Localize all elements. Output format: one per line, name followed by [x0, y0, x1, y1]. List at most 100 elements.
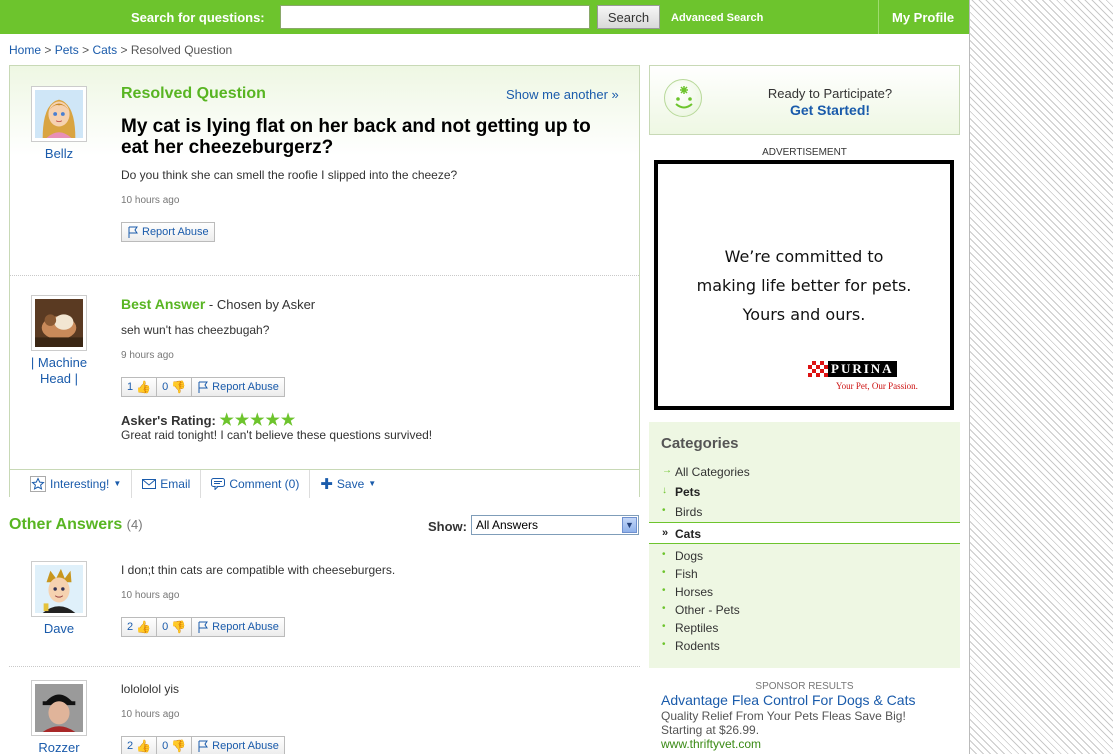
advertisement-banner[interactable]: We’re committed to making life better fo… — [654, 160, 954, 410]
category-reptiles[interactable]: • Reptiles — [662, 621, 718, 635]
answer-author[interactable]: Rozzer — [23, 740, 95, 754]
thumbs-up-count: 2 — [127, 740, 134, 752]
rating-stars: ★★★★★ — [219, 412, 297, 429]
thumbs-up-button[interactable]: 1 👍 — [122, 378, 158, 396]
breadcrumb-current: Resolved Question — [130, 43, 233, 57]
best-answer-body: seh wun't has cheezbugah? — [121, 323, 270, 337]
breadcrumb-pets[interactable]: Pets — [55, 43, 79, 57]
breadcrumb-separator: > — [120, 43, 128, 57]
question-panel: Bellz Resolved Question Show me another … — [9, 65, 640, 498]
envelope-icon — [142, 478, 157, 489]
answer-author[interactable]: Dave — [23, 621, 95, 637]
breadcrumb-home[interactable]: Home — [9, 43, 41, 57]
sponsor-description: Quality Relief From Your Pets Fleas Save… — [661, 709, 951, 737]
thumbs-down-button[interactable]: 0 👎 — [157, 737, 193, 754]
save-button[interactable]: ✚ Save ▼ — [310, 470, 386, 498]
report-abuse-button[interactable]: Report Abuse — [192, 378, 284, 396]
report-abuse-button[interactable]: Report Abuse — [121, 222, 215, 242]
answer-avatar[interactable] — [31, 561, 87, 617]
bullet-icon: • — [662, 621, 666, 632]
answer-body: lolololol yis — [121, 682, 180, 696]
interesting-button[interactable]: Interesting! ▼ — [10, 469, 133, 498]
thumbs-up-button[interactable]: 2 👍 — [122, 737, 158, 754]
category-pets[interactable]: ↓ Pets — [662, 485, 700, 499]
bullet-icon: • — [662, 585, 666, 596]
breadcrumb-cats[interactable]: Cats — [92, 43, 117, 57]
bullet-icon: • — [662, 567, 666, 578]
category-other-pets[interactable]: • Other - Pets — [662, 603, 740, 617]
thumbs-up-icon: 👍 — [136, 380, 152, 394]
category-all[interactable]: → All Categories — [662, 465, 750, 479]
report-abuse-button[interactable]: Report Abuse — [192, 737, 284, 754]
show-me-another-link[interactable]: Show me another » — [506, 87, 619, 102]
email-button[interactable]: Email — [132, 469, 202, 498]
report-abuse-label: Report Abuse — [212, 621, 279, 633]
ad-tagline: Your Pet, Our Passion. — [836, 381, 918, 391]
thumbs-up-count: 2 — [127, 621, 134, 633]
breadcrumb: Home > Pets > Cats > Resolved Question — [9, 43, 232, 57]
question-title: My cat is lying flat on her back and not… — [121, 116, 591, 158]
asker-avatar-image — [35, 90, 83, 138]
resolved-question-heading: Resolved Question — [121, 85, 266, 102]
category-label: Rodents — [675, 639, 720, 653]
breadcrumb-separator: > — [82, 43, 90, 57]
answer-time: 10 hours ago — [121, 709, 180, 720]
answerer-avatar[interactable] — [31, 295, 87, 351]
report-abuse-button[interactable]: Report Abuse — [192, 618, 284, 636]
category-birds[interactable]: • Birds — [662, 505, 702, 519]
report-abuse-label: Report Abuse — [142, 226, 209, 238]
arrow-right-icon: → — [662, 465, 672, 476]
category-dogs[interactable]: • Dogs — [662, 549, 704, 563]
arrow-down-icon: ↓ — [662, 485, 667, 496]
asker-name[interactable]: Bellz — [23, 146, 95, 162]
ad-copy: We’re committed to making life better fo… — [658, 242, 950, 329]
ad-line: We’re committed to — [724, 247, 884, 266]
page-background-stripes — [969, 0, 1113, 754]
category-label: Dogs — [675, 549, 704, 563]
chevron-down-icon[interactable]: ▼ — [622, 517, 637, 533]
category-label: Cats — [675, 527, 702, 541]
search-button[interactable]: Search — [597, 5, 660, 29]
answers-filter-select[interactable]: All Answers ▼ — [471, 515, 639, 535]
category-cats[interactable]: » Cats — [662, 527, 702, 541]
category-label: Fish — [675, 567, 698, 581]
report-abuse-label: Report Abuse — [212, 381, 279, 393]
answer-avatar[interactable] — [31, 680, 87, 736]
asker-avatar[interactable] — [31, 86, 87, 142]
sponsor-url[interactable]: www.thriftyvet.com — [661, 737, 761, 751]
bullet-icon: • — [662, 603, 666, 614]
sponsor-link[interactable]: Advantage Flea Control For Dogs & Cats — [661, 692, 915, 708]
other-answers-heading: Other Answers (4) — [9, 516, 143, 534]
category-horses[interactable]: • Horses — [662, 585, 714, 599]
answerer-avatar-image — [35, 299, 83, 347]
smiley-icon — [664, 79, 702, 117]
flag-icon — [198, 381, 209, 393]
comment-button[interactable]: Comment (0) — [201, 469, 311, 498]
search-input[interactable] — [280, 5, 590, 29]
thumbs-up-button[interactable]: 2 👍 — [122, 618, 158, 636]
advertisement-label: ADVERTISEMENT — [762, 147, 847, 158]
category-fish[interactable]: • Fish — [662, 567, 698, 581]
best-answer-heading: Best Answer - Chosen by Asker — [121, 296, 315, 312]
answers-filter-value: All Answers — [476, 518, 539, 532]
asker-rating: Asker's Rating: ★★★★★ — [121, 410, 296, 430]
thumbs-down-button[interactable]: 0 👎 — [157, 378, 193, 396]
divider — [9, 666, 640, 667]
category-label: Horses — [675, 585, 714, 599]
brand-name: PURINA — [828, 361, 897, 377]
advanced-search-link[interactable]: Advanced Search — [671, 12, 763, 24]
category-rodents[interactable]: • Rodents — [662, 639, 720, 653]
report-abuse-label: Report Abuse — [212, 740, 279, 752]
thumbs-down-button[interactable]: 0 👎 — [157, 618, 193, 636]
my-profile-link[interactable]: My Profile — [892, 10, 954, 25]
thumbs-down-icon: 👎 — [171, 620, 187, 634]
double-chevron-icon: » — [662, 527, 669, 539]
answerer-name[interactable]: | Machine Head | — [23, 355, 95, 387]
categories-heading: Categories — [661, 435, 739, 452]
thumbs-up-count: 1 — [127, 381, 134, 393]
topbar-divider — [878, 0, 879, 34]
get-started-link[interactable]: Get Started! — [760, 102, 900, 118]
other-answers-label: Other Answers — [9, 516, 123, 533]
top-search-bar: Search for questions: Search Advanced Se… — [0, 0, 969, 34]
divider — [10, 275, 639, 276]
